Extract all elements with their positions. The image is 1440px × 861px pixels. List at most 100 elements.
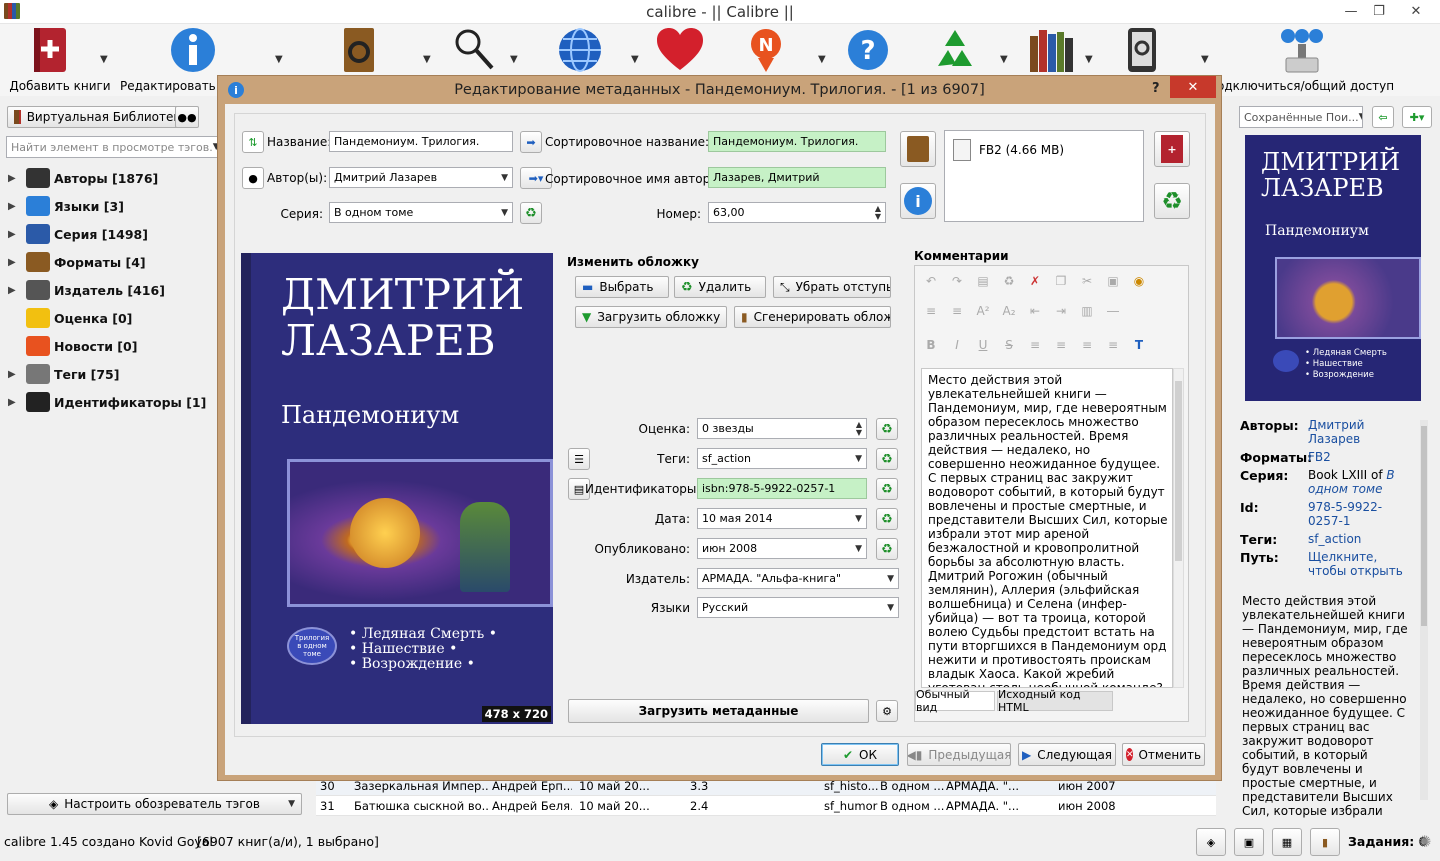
sort-author-input[interactable]: Лазарев, Дмитрий [708, 167, 886, 188]
binoculars-button[interactable]: ●● [175, 106, 199, 128]
add-format-button[interactable]: + [1154, 131, 1190, 167]
chevron-down-icon[interactable]: ▼ [275, 54, 283, 65]
details-scrollbar[interactable] [1420, 420, 1428, 800]
tree-item[interactable]: ▶ Теги [75] [8, 360, 119, 388]
chevron-down-icon[interactable]: ▼ [1000, 54, 1008, 65]
search-books-button[interactable] [452, 26, 496, 77]
tree-item[interactable]: Новости [0] [8, 332, 137, 360]
edit-metadata-button[interactable]: Редактировать метаданные [120, 26, 299, 93]
details-cover[interactable]: ДМИТРИЙ ЛАЗАРЕВ Пандемониум • Ледяная См… [1245, 135, 1421, 401]
saved-searches-combo[interactable]: Сохранённые Пои... ▼ [1239, 106, 1363, 128]
cancel-button[interactable]: ✕ Отменить [1122, 743, 1205, 766]
sort-title-input[interactable]: Пандемониум. Трилогия. [708, 131, 886, 152]
help-button[interactable]: ? [846, 26, 890, 77]
virtual-library-button[interactable]: Виртуальная Библиотека [7, 106, 195, 128]
tab-normal-view[interactable]: Обычный вид [915, 688, 995, 714]
fetch-news-button[interactable]: N [748, 26, 784, 77]
donate-button[interactable] [655, 26, 705, 77]
expand-arrow-icon[interactable]: ▶ [8, 397, 26, 408]
scroll-thumb[interactable] [1421, 426, 1427, 626]
clear-date-button[interactable]: ♻ [876, 508, 898, 530]
download-metadata-button[interactable]: Загрузить метаданные [568, 699, 869, 723]
clear-format-icon[interactable]: ♻ [999, 274, 1019, 292]
expand-arrow-icon[interactable]: ▶ [8, 257, 26, 268]
chevron-down-icon[interactable]: ▼ [1201, 54, 1209, 65]
expand-arrow-icon[interactable]: ▶ [8, 201, 26, 212]
grid-view-toggle[interactable]: ▦ [1272, 828, 1302, 856]
bullet-list-icon[interactable]: ≡ [947, 304, 967, 322]
tree-item[interactable]: ▶ Идентификаторы [1] [8, 388, 206, 416]
tags-link[interactable]: sf_action [1308, 532, 1361, 546]
languages-combo[interactable]: Русский ▼ [697, 597, 899, 618]
undo-icon[interactable]: ↶ [921, 274, 941, 292]
align-right-icon[interactable]: ≡ [1077, 338, 1097, 356]
clear-published-button[interactable]: ♻ [876, 538, 898, 560]
published-combo[interactable]: июн 2008 ▼ [697, 538, 867, 559]
get-books-button[interactable] [557, 26, 603, 77]
bold-icon[interactable]: B [921, 338, 941, 356]
close-dialog-button[interactable]: ✕ [1170, 76, 1216, 98]
minimize-button[interactable]: — [1336, 0, 1366, 22]
numbered-list-icon[interactable]: ≡ [921, 304, 941, 322]
manage-authors-button[interactable]: ● [242, 167, 264, 189]
tag-browser-toggle[interactable]: ◈ [1196, 828, 1226, 856]
italic-icon[interactable]: I [947, 338, 967, 356]
align-center-icon[interactable]: ≡ [1051, 338, 1071, 356]
format-item[interactable]: FB2 (4.66 MB) [953, 139, 1064, 161]
rating-spinbox[interactable]: 0 звезды ▲ ▼ [697, 418, 867, 439]
comments-text-area[interactable]: Место действия этой увлекательнейшей кни… [921, 368, 1173, 688]
underline-icon[interactable]: U [973, 338, 993, 356]
outdent-icon[interactable]: ⇤ [1025, 304, 1045, 322]
tree-item[interactable]: Оценка [0] [8, 304, 132, 332]
title-sort-button[interactable]: ➡ [520, 131, 542, 153]
path-link[interactable]: Щелкните, чтобы открыть [1308, 550, 1404, 578]
tree-item[interactable]: ▶ Серия [1498] [8, 220, 148, 248]
copy-icon[interactable]: ❐ [1051, 274, 1071, 292]
redo-icon[interactable]: ↷ [947, 274, 967, 292]
library-button[interactable] [1028, 26, 1076, 77]
chevron-down-icon[interactable]: ▼ [423, 54, 431, 65]
series-number-spinbox[interactable]: 63,00 ▲ ▼ [708, 202, 886, 223]
color-icon[interactable]: ◉ [1129, 274, 1149, 292]
tree-item[interactable]: ▶ Авторы [1876] [8, 164, 158, 192]
previous-button[interactable]: ◀▮ Предыдущая [907, 743, 1011, 766]
chevron-down-icon[interactable]: ▼ [818, 54, 826, 65]
comments-scrollbar[interactable] [1173, 368, 1184, 688]
chevron-down-icon[interactable]: ▼ [631, 54, 639, 65]
spinner-arrows-icon[interactable]: ▲ ▼ [856, 420, 862, 437]
help-button[interactable]: ? [1152, 81, 1160, 96]
generate-cover-button[interactable]: ▮ Сгенерировать обложку [734, 306, 891, 328]
table-row[interactable]: 31 Батюшка сыскной во...Андрей Беля... 10 … [316, 796, 1216, 816]
maximize-button[interactable]: ❐ [1364, 0, 1394, 22]
title-input[interactable]: Пандемониум. Трилогия. [329, 131, 513, 152]
align-left-icon[interactable]: ≡ [1025, 338, 1045, 356]
publisher-combo[interactable]: АРМАДА. "Альфа-книга" ▼ [697, 568, 899, 589]
configure-tag-browser-button[interactable]: ◈ Настроить обозреватель тэгов ▼ [7, 793, 302, 815]
cover-grid-toggle[interactable]: ▣ [1234, 828, 1264, 856]
hr-icon[interactable]: ― [1103, 304, 1123, 322]
clear-tags-button[interactable]: ♻ [876, 448, 898, 470]
tree-item[interactable]: ▶ Издатель [416] [8, 276, 165, 304]
remove-format-button[interactable]: ♻ [1154, 183, 1190, 219]
identifiers-input[interactable]: isbn:978-5-9922-0257-1 [697, 478, 867, 499]
subscript-icon[interactable]: A₂ [999, 304, 1019, 322]
tree-item[interactable]: ▶ Языки [3] [8, 192, 124, 220]
expand-arrow-icon[interactable]: ▶ [8, 229, 26, 240]
jobs-label[interactable]: Задания: 0 [1348, 834, 1427, 849]
block-icon[interactable]: ▥ [1077, 304, 1097, 322]
chevron-down-icon[interactable]: ▼ [288, 799, 295, 809]
remove-books-button[interactable] [932, 26, 978, 77]
browse-cover-button[interactable]: ▬ Выбрать [575, 276, 669, 298]
expand-arrow-icon[interactable]: ▶ [8, 285, 26, 296]
manage-searches-button[interactable]: ✚▾ [1402, 106, 1432, 128]
next-button[interactable]: ▶ Следующая [1018, 743, 1116, 766]
remove-cover-button[interactable]: ♻ Удалить [674, 276, 766, 298]
clear-rating-button[interactable]: ♻ [876, 418, 898, 440]
align-justify-icon[interactable]: ≡ [1103, 338, 1123, 356]
superscript-icon[interactable]: A² [973, 304, 993, 322]
spinner-arrows-icon[interactable]: ▲ ▼ [875, 204, 881, 221]
save-search-button[interactable]: ⇦ [1372, 106, 1394, 128]
connect-share-button[interactable]: Подключиться/общий доступ [1208, 26, 1394, 93]
chevron-down-icon[interactable]: ▼ [1085, 54, 1093, 65]
cut-icon[interactable]: ✂ [1077, 274, 1097, 292]
